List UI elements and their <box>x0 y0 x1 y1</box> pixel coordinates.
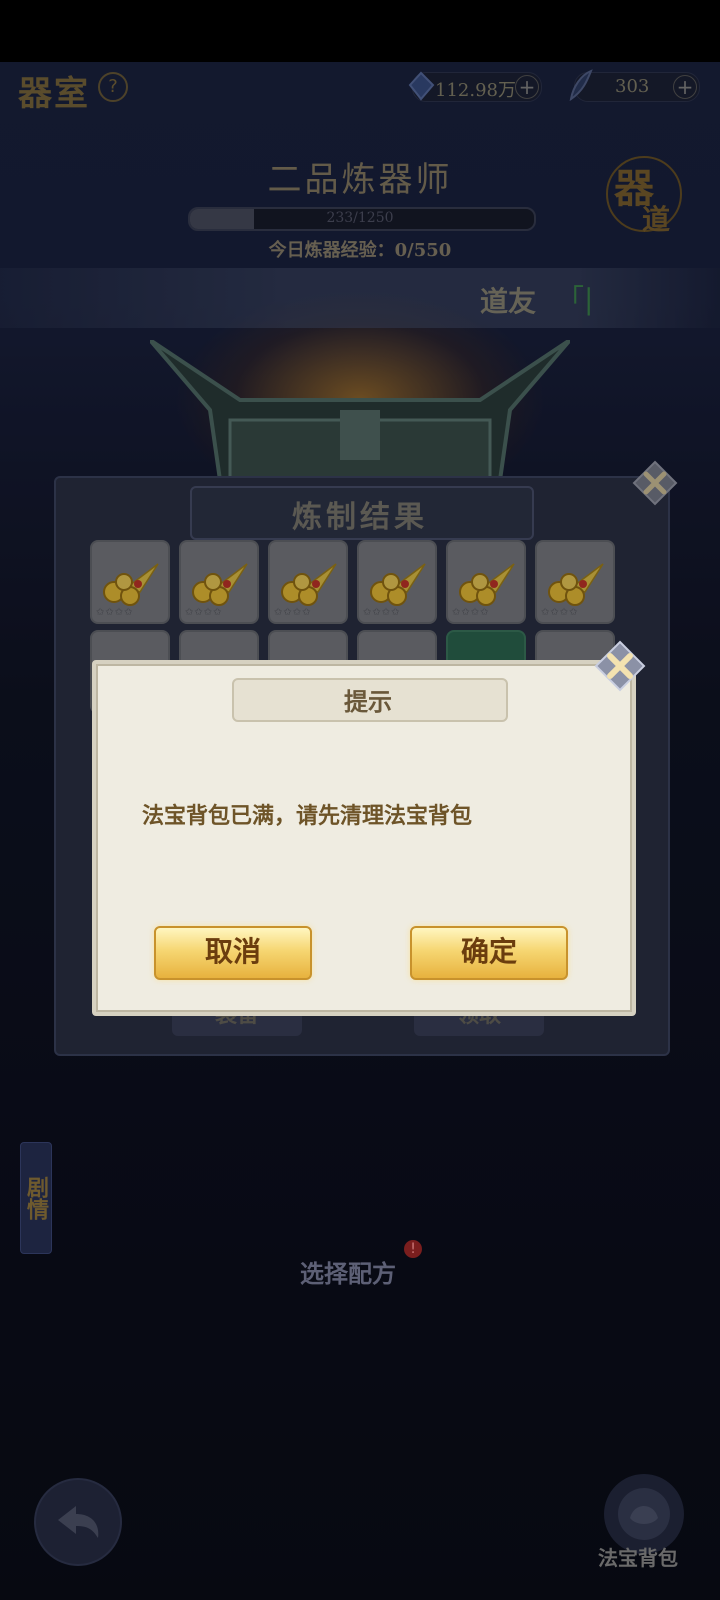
dialog-message: 法宝背包已满，请先清理法宝背包 <box>142 803 473 829</box>
confirm-button[interactable]: 确定 <box>410 926 568 980</box>
treasure-bag-label: 法宝背包 <box>598 1546 678 1570</box>
select-recipe-button[interactable]: 选择配方 <box>300 1254 396 1289</box>
story-side-tab[interactable]: 剧情 <box>20 1142 52 1254</box>
back-arrow-icon <box>58 1506 99 1538</box>
dialog-title: 提示 <box>344 687 392 716</box>
recipe-alert-badge: ! <box>404 1240 422 1258</box>
cancel-button[interactable]: 取消 <box>154 926 312 980</box>
back-button[interactable] <box>34 1478 122 1566</box>
dialog-close-icon[interactable] <box>594 640 646 692</box>
